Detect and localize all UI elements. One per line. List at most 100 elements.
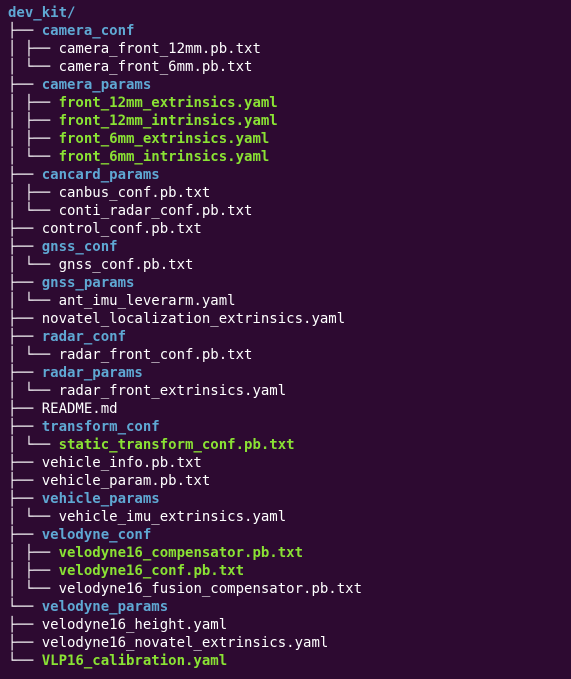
tree-prefix: │ └── <box>8 383 59 399</box>
tree-file-name: vehicle_param.pb.txt <box>42 473 211 489</box>
tree-file-name-highlight: velodyne16_compensator.pb.txt <box>59 545 303 561</box>
tree-prefix: ├── <box>8 167 42 183</box>
tree-prefix: │ ├── <box>8 185 59 201</box>
tree-row: │ └── ant_imu_leverarm.yaml <box>8 292 563 310</box>
tree-row: ├── transform_conf <box>8 418 563 436</box>
tree-file-name-highlight: front_6mm_extrinsics.yaml <box>59 131 270 147</box>
tree-prefix: │ ├── <box>8 113 59 129</box>
tree-row: ├── README.md <box>8 400 563 418</box>
tree-row: │ ├── front_12mm_intrinsics.yaml <box>8 112 563 130</box>
tree-file-name: novatel_localization_extrinsics.yaml <box>42 311 345 327</box>
tree-file-name: vehicle_imu_extrinsics.yaml <box>59 509 287 525</box>
tree-dir-name: gnss_conf <box>42 239 118 255</box>
tree-row: │ ├── canbus_conf.pb.txt <box>8 184 563 202</box>
tree-prefix: ├── <box>8 401 42 417</box>
tree-row: ├── velodyne_conf <box>8 526 563 544</box>
tree-row: │ ├── velodyne16_conf.pb.txt <box>8 562 563 580</box>
tree-row: │ └── front_6mm_intrinsics.yaml <box>8 148 563 166</box>
tree-prefix: │ ├── <box>8 131 59 147</box>
tree-prefix: ├── <box>8 473 42 489</box>
tree-row: ├── camera_params <box>8 76 563 94</box>
tree-row: ├── control_conf.pb.txt <box>8 220 563 238</box>
tree-prefix: ├── <box>8 23 42 39</box>
tree-file-name-highlight: front_12mm_intrinsics.yaml <box>59 113 278 129</box>
tree-row: ├── novatel_localization_extrinsics.yaml <box>8 310 563 328</box>
tree-dir-name: radar_params <box>42 365 143 381</box>
tree-row: │ └── conti_radar_conf.pb.txt <box>8 202 563 220</box>
tree-row: │ ├── velodyne16_compensator.pb.txt <box>8 544 563 562</box>
tree-row: │ ├── front_12mm_extrinsics.yaml <box>8 94 563 112</box>
tree-file-name: velodyne16_fusion_compensator.pb.txt <box>59 581 362 597</box>
tree-file-name: README.md <box>42 401 118 417</box>
tree-file-name: gnss_conf.pb.txt <box>59 257 194 273</box>
tree-prefix: │ └── <box>8 347 59 363</box>
tree-prefix: ├── <box>8 311 42 327</box>
tree-prefix: ├── <box>8 329 42 345</box>
tree-file-name: radar_front_extrinsics.yaml <box>59 383 287 399</box>
tree-prefix: └── <box>8 653 42 669</box>
tree-row: │ ├── front_6mm_extrinsics.yaml <box>8 130 563 148</box>
tree-row: ├── radar_conf <box>8 328 563 346</box>
tree-prefix: │ ├── <box>8 545 59 561</box>
tree-prefix: │ └── <box>8 257 59 273</box>
tree-file-name: camera_front_6mm.pb.txt <box>59 59 253 75</box>
tree-file-name: canbus_conf.pb.txt <box>59 185 211 201</box>
tree-row: │ └── static_transform_conf.pb.txt <box>8 436 563 454</box>
tree-row: └── VLP16_calibration.yaml <box>8 652 563 670</box>
tree-prefix: │ ├── <box>8 95 59 111</box>
tree-file-name: conti_radar_conf.pb.txt <box>59 203 253 219</box>
tree-prefix: ├── <box>8 455 42 471</box>
tree-prefix: ├── <box>8 365 42 381</box>
tree-prefix: │ └── <box>8 437 59 453</box>
tree-prefix: ├── <box>8 77 42 93</box>
tree-prefix: ├── <box>8 491 42 507</box>
tree-prefix: ├── <box>8 635 42 651</box>
tree-prefix: │ └── <box>8 149 59 165</box>
tree-prefix: │ └── <box>8 293 59 309</box>
tree-output: dev_kit/ ├── camera_conf│ ├── camera_fro… <box>8 4 563 670</box>
tree-dir-name: camera_params <box>42 77 152 93</box>
tree-file-name-highlight: static_transform_conf.pb.txt <box>59 437 295 453</box>
tree-file-name: ant_imu_leverarm.yaml <box>59 293 236 309</box>
tree-file-name: camera_front_12mm.pb.txt <box>59 41 261 57</box>
tree-prefix: ├── <box>8 527 42 543</box>
tree-file-name-highlight: front_12mm_extrinsics.yaml <box>59 95 278 111</box>
tree-dir-name: velodyne_params <box>42 599 168 615</box>
tree-prefix: │ ├── <box>8 41 59 57</box>
tree-row: ├── gnss_conf <box>8 238 563 256</box>
tree-dir-name: vehicle_params <box>42 491 160 507</box>
tree-prefix: │ └── <box>8 509 59 525</box>
tree-row: │ └── radar_front_conf.pb.txt <box>8 346 563 364</box>
tree-row: ├── gnss_params <box>8 274 563 292</box>
tree-file-name-highlight: front_6mm_intrinsics.yaml <box>59 149 270 165</box>
tree-row: │ └── vehicle_imu_extrinsics.yaml <box>8 508 563 526</box>
tree-dir-name: camera_conf <box>42 23 135 39</box>
tree-dir-name: cancard_params <box>42 167 160 183</box>
tree-row: ├── cancard_params <box>8 166 563 184</box>
tree-row: ├── velodyne16_novatel_extrinsics.yaml <box>8 634 563 652</box>
tree-row: ├── velodyne16_height.yaml <box>8 616 563 634</box>
tree-row: │ ├── camera_front_12mm.pb.txt <box>8 40 563 58</box>
tree-row: ├── vehicle_info.pb.txt <box>8 454 563 472</box>
tree-dir-name: gnss_params <box>42 275 135 291</box>
tree-file-name: control_conf.pb.txt <box>42 221 202 237</box>
tree-row: ├── camera_conf <box>8 22 563 40</box>
tree-row: │ └── camera_front_6mm.pb.txt <box>8 58 563 76</box>
tree-file-name-highlight: VLP16_calibration.yaml <box>42 653 227 669</box>
tree-row: ├── vehicle_params <box>8 490 563 508</box>
tree-dir-name: radar_conf <box>42 329 126 345</box>
tree-file-name: vehicle_info.pb.txt <box>42 455 202 471</box>
tree-row: │ └── radar_front_extrinsics.yaml <box>8 382 563 400</box>
root-dir-name: dev_kit/ <box>8 5 75 21</box>
tree-prefix: │ └── <box>8 59 59 75</box>
tree-prefix: └── <box>8 599 42 615</box>
tree-prefix: │ └── <box>8 203 59 219</box>
tree-prefix: │ └── <box>8 581 59 597</box>
tree-root: dev_kit/ <box>8 4 563 22</box>
tree-row: └── velodyne_params <box>8 598 563 616</box>
tree-prefix: ├── <box>8 419 42 435</box>
tree-row: │ └── velodyne16_fusion_compensator.pb.t… <box>8 580 563 598</box>
tree-file-name: velodyne16_height.yaml <box>42 617 227 633</box>
tree-row: ├── vehicle_param.pb.txt <box>8 472 563 490</box>
tree-row: │ └── gnss_conf.pb.txt <box>8 256 563 274</box>
